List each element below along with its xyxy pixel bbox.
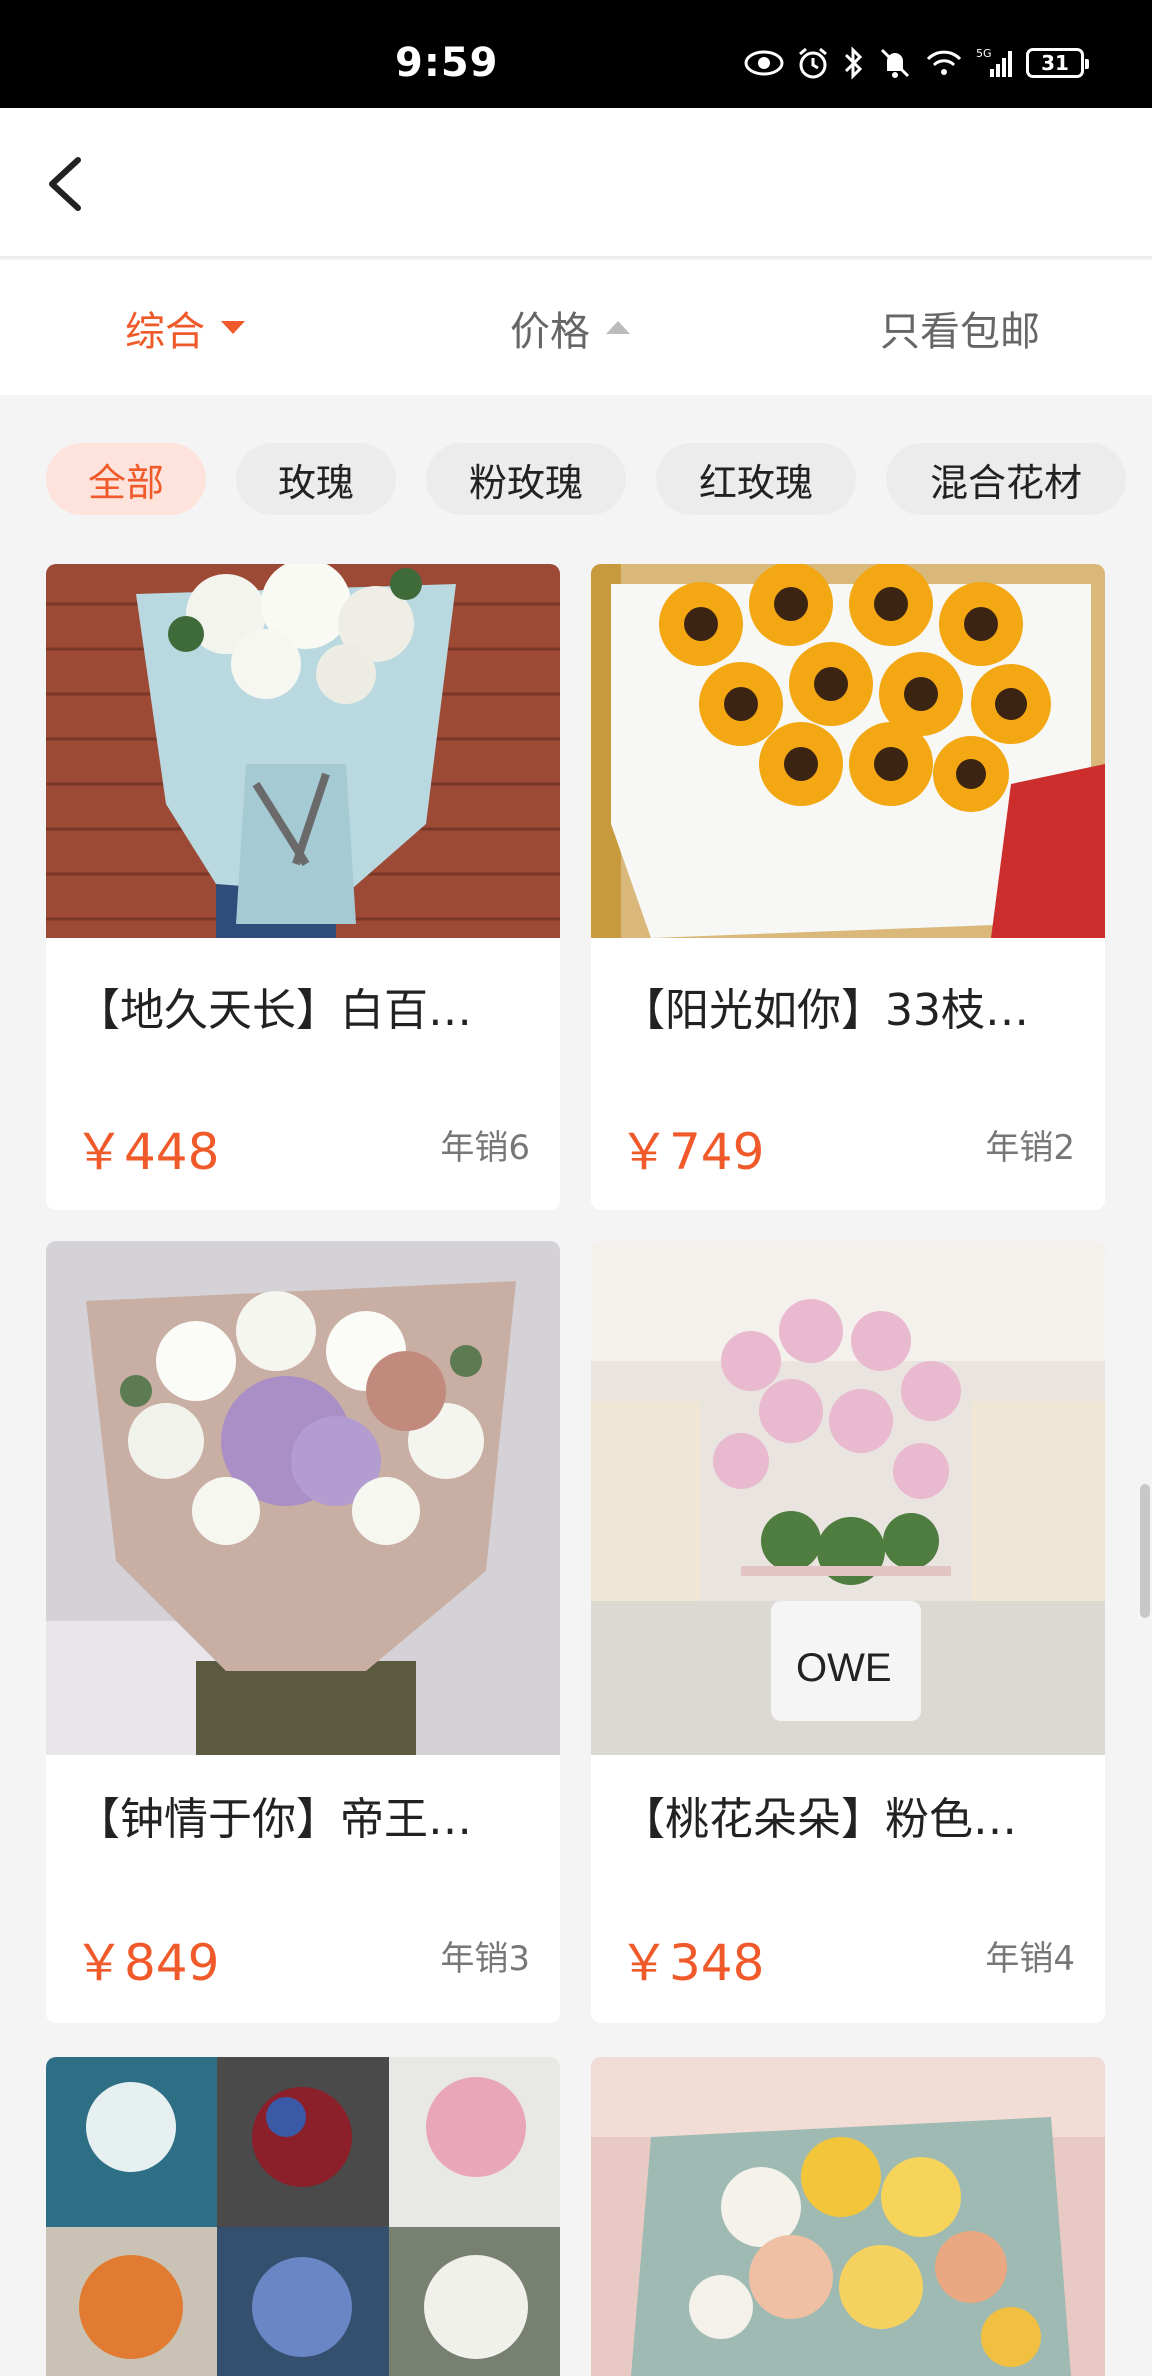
product-sales: 年销2 — [985, 1128, 1075, 1168]
sort-bar: 综合 价格 只看包邮 — [0, 260, 1152, 395]
chip-pink-rose[interactable]: 粉玫瑰 — [426, 443, 626, 515]
product-price: ￥448 — [74, 1123, 220, 1181]
product-price: ￥849 — [74, 1934, 220, 1992]
status-icons: 5G 31 — [744, 46, 1089, 80]
product-price: ￥348 — [619, 1934, 765, 1992]
chip-mixed-flowers[interactable]: 混合花材 — [886, 443, 1126, 515]
status-bar: 9:59 5G 31 — [0, 0, 1152, 108]
eye-icon — [744, 50, 784, 76]
product-price: ￥749 — [619, 1123, 765, 1181]
sort-free-shipping[interactable]: 只看包邮 — [880, 260, 1040, 395]
sort-comprehensive[interactable]: 综合 — [125, 260, 245, 395]
category-chips: 全部 玫瑰 粉玫瑰 红玫瑰 混合花材 — [0, 395, 1152, 560]
product-image — [591, 2057, 1105, 2376]
chip-red-rose[interactable]: 红玫瑰 — [656, 443, 856, 515]
product-card[interactable]: 【地久天长】白百… ￥448 年销6 — [46, 564, 560, 1210]
svg-text:5G: 5G — [976, 47, 992, 60]
sort-price-label: 价格 — [510, 308, 590, 355]
product-sales: 年销3 — [440, 1939, 530, 1979]
product-title: 【桃花朵朵】粉色… — [621, 1794, 1017, 1845]
chip-all[interactable]: 全部 — [46, 443, 206, 515]
status-time: 9:59 — [395, 40, 499, 86]
sort-price[interactable]: 价格 — [510, 260, 630, 395]
battery-level: 31 — [1041, 51, 1069, 75]
product-image — [46, 564, 560, 938]
sort-free-shipping-label: 只看包邮 — [880, 308, 1040, 355]
product-sales: 年销4 — [985, 1939, 1075, 1979]
svg-text:OWE: OWE — [796, 1646, 892, 1690]
scrollbar-thumb[interactable] — [1140, 1484, 1150, 1618]
product-image — [46, 1241, 560, 1755]
product-card[interactable]: 【阳光如你】33枝… ￥749 年销2 — [591, 564, 1105, 1210]
sort-comprehensive-label: 综合 — [125, 308, 205, 355]
bluetooth-icon — [844, 46, 863, 80]
product-image — [591, 564, 1105, 938]
nav-bar — [0, 108, 1152, 258]
chip-rose[interactable]: 玫瑰 — [236, 443, 396, 515]
alarm-icon — [799, 47, 827, 79]
product-sales: 年销6 — [440, 1128, 530, 1168]
caret-down-icon — [221, 321, 245, 334]
product-card[interactable] — [591, 2057, 1105, 2376]
product-card[interactable]: OWE 【桃花朵朵】粉色… ￥348 年销4 — [591, 1241, 1105, 2023]
product-card[interactable] — [46, 2057, 560, 2376]
caret-up-icon — [606, 321, 630, 334]
signal-icon: 5G — [976, 47, 1012, 77]
back-button[interactable] — [30, 144, 110, 224]
wifi-icon — [926, 50, 962, 75]
battery-icon: 31 — [1026, 48, 1089, 78]
mute-bell-icon — [880, 48, 910, 78]
product-title: 【钟情于你】帝王… — [76, 1794, 472, 1845]
product-title: 【地久天长】白百… — [76, 985, 472, 1036]
product-card[interactable]: 【钟情于你】帝王… ￥849 年销3 — [46, 1241, 560, 2023]
chevron-left-icon — [49, 157, 81, 211]
product-title: 【阳光如你】33枝… — [621, 985, 1029, 1036]
product-image: OWE — [591, 1241, 1105, 1755]
product-image — [46, 2057, 560, 2376]
